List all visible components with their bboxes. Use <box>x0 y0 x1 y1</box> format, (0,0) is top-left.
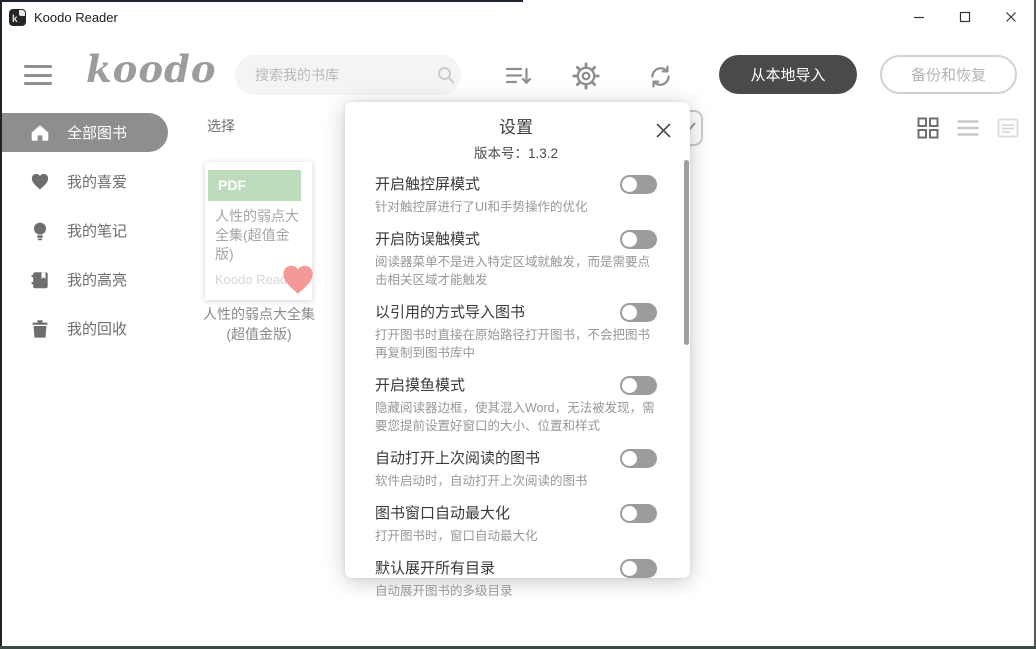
heart-icon <box>30 172 50 192</box>
settings-modal: 设置 版本号：1.3.2 开启触控屏模式针对触控屏进行了UI和手势操作的优化开启… <box>345 102 690 578</box>
search-bar[interactable] <box>235 55 461 95</box>
setting-toggle[interactable] <box>620 559 657 578</box>
sidebar-item-all-books[interactable]: 全部图书 <box>2 113 168 152</box>
sidebar-item-notes[interactable]: 我的笔记 <box>2 211 196 250</box>
app-logo: koodo <box>86 47 217 91</box>
toggle-knob <box>622 451 637 466</box>
setting-toggle[interactable] <box>620 303 657 322</box>
toolbar: koodo 从本地导入 备份和恢复 <box>2 45 1034 105</box>
sort-icon[interactable] <box>505 65 533 87</box>
close-icon[interactable] <box>653 120 673 140</box>
window-border-left <box>0 0 2 649</box>
settings-list: 开启触控屏模式针对触控屏进行了UI和手势操作的优化开启防误触模式阅读器菜单不是进… <box>375 174 657 600</box>
sidebar-item-label: 我的高亮 <box>67 269 127 290</box>
setting-row: 以引用的方式导入图书打开图书时直接在原始路径打开图书，不会把图书再复制到图书库中 <box>375 302 657 362</box>
modal-version: 版本号：1.3.2 <box>375 142 657 162</box>
sync-icon[interactable] <box>647 63 674 90</box>
setting-row: 开启触控屏模式针对触控屏进行了UI和手势操作的优化 <box>375 174 657 216</box>
maximize-button[interactable] <box>942 2 988 32</box>
sidebar-item-label: 全部图书 <box>67 122 127 143</box>
setting-desc: 打开图书时，窗口自动最大化 <box>375 527 657 545</box>
setting-label: 默认展开所有目录 <box>375 558 657 579</box>
modal-title: 设置 <box>375 113 657 138</box>
sidebar-item-label: 我的笔记 <box>67 220 127 241</box>
setting-desc: 软件启动时，自动打开上次阅读的图书 <box>375 472 657 490</box>
setting-label: 开启摸鱼模式 <box>375 375 657 396</box>
setting-label: 图书窗口自动最大化 <box>375 503 657 524</box>
select-mode-label[interactable]: 选择 <box>207 116 235 136</box>
minimize-button[interactable] <box>896 2 942 32</box>
book-cover-title: 人性的弱点大全集(超值金版) <box>215 207 307 264</box>
setting-row: 默认展开所有目录自动展开图书的多级目录 <box>375 558 657 600</box>
window-border-top <box>0 0 523 2</box>
setting-toggle[interactable] <box>620 175 657 194</box>
setting-label: 以引用的方式导入图书 <box>375 302 657 323</box>
setting-toggle[interactable] <box>620 504 657 523</box>
toggle-knob <box>622 378 637 393</box>
toggle-knob <box>622 232 637 247</box>
bulb-icon <box>30 221 50 241</box>
modal-scrollbar-thumb[interactable] <box>684 160 689 345</box>
trash-icon <box>30 319 50 339</box>
setting-desc: 隐藏阅读器边框，使其混入Word，无法被发现，需要您提前设置好窗口的大小、位置和… <box>375 399 657 435</box>
list-view-icon[interactable] <box>956 116 980 140</box>
setting-toggle[interactable] <box>620 376 657 395</box>
setting-row: 开启防误触模式阅读器菜单不是进入特定区域就触发，而是需要点击相关区域才能触发 <box>375 229 657 289</box>
card-view-icon[interactable] <box>996 116 1020 140</box>
setting-desc: 阅读器菜单不是进入特定区域就触发，而是需要点击相关区域才能触发 <box>375 253 657 289</box>
setting-desc: 针对触控屏进行了UI和手势操作的优化 <box>375 198 657 216</box>
sidebar-item-label: 我的喜爱 <box>67 171 127 192</box>
setting-desc: 自动展开图书的多级目录 <box>375 582 657 600</box>
window-title: Koodo Reader <box>34 10 118 25</box>
book-caption: 人性的弱点大全集(超值金版) <box>198 304 320 345</box>
toggle-knob <box>622 177 637 192</box>
titlebar: Koodo Reader <box>2 2 1034 32</box>
close-window-button[interactable] <box>988 2 1034 32</box>
app-icon <box>9 9 26 26</box>
setting-toggle[interactable] <box>620 230 657 249</box>
setting-label: 开启触控屏模式 <box>375 174 657 195</box>
view-mode-switcher <box>916 116 1020 140</box>
import-local-button[interactable]: 从本地导入 <box>719 55 857 94</box>
favorite-heart-icon[interactable] <box>279 262 317 298</box>
home-icon <box>30 123 50 143</box>
setting-label: 自动打开上次阅读的图书 <box>375 448 657 469</box>
search-input[interactable] <box>255 67 436 83</box>
setting-row: 开启摸鱼模式隐藏阅读器边框，使其混入Word，无法被发现，需要您提前设置好窗口的… <box>375 375 657 435</box>
highlight-icon <box>30 270 50 290</box>
setting-desc: 打开图书时直接在原始路径打开图书，不会把图书再复制到图书库中 <box>375 326 657 362</box>
toggle-knob <box>622 305 637 320</box>
sidebar-item-label: 我的回收 <box>67 318 127 339</box>
book-card[interactable]: PDF 人性的弱点大全集(超值金版) Koodo Read <box>205 162 312 300</box>
grid-view-icon[interactable] <box>916 116 940 140</box>
sidebar-item-recycle-bin[interactable]: 我的回收 <box>2 309 196 348</box>
setting-row: 图书窗口自动最大化打开图书时，窗口自动最大化 <box>375 503 657 545</box>
app-window: Koodo Reader koodo <box>0 0 1036 649</box>
sidebar-item-highlights[interactable]: 我的高亮 <box>2 260 196 299</box>
book-format-badge: PDF <box>208 170 301 201</box>
sidebar: 全部图书我的喜爱我的笔记我的高亮我的回收 <box>2 113 196 358</box>
setting-toggle[interactable] <box>620 449 657 468</box>
window-controls <box>896 2 1034 32</box>
backup-restore-button[interactable]: 备份和恢复 <box>880 55 1017 94</box>
setting-label: 开启防误触模式 <box>375 229 657 250</box>
toggle-knob <box>622 506 637 521</box>
sidebar-item-favorites[interactable]: 我的喜爱 <box>2 162 196 201</box>
setting-row: 自动打开上次阅读的图书软件启动时，自动打开上次阅读的图书 <box>375 448 657 490</box>
toggle-knob <box>622 561 637 576</box>
menu-icon[interactable] <box>24 63 52 87</box>
search-icon <box>436 65 456 85</box>
settings-gear-icon[interactable] <box>572 62 600 90</box>
